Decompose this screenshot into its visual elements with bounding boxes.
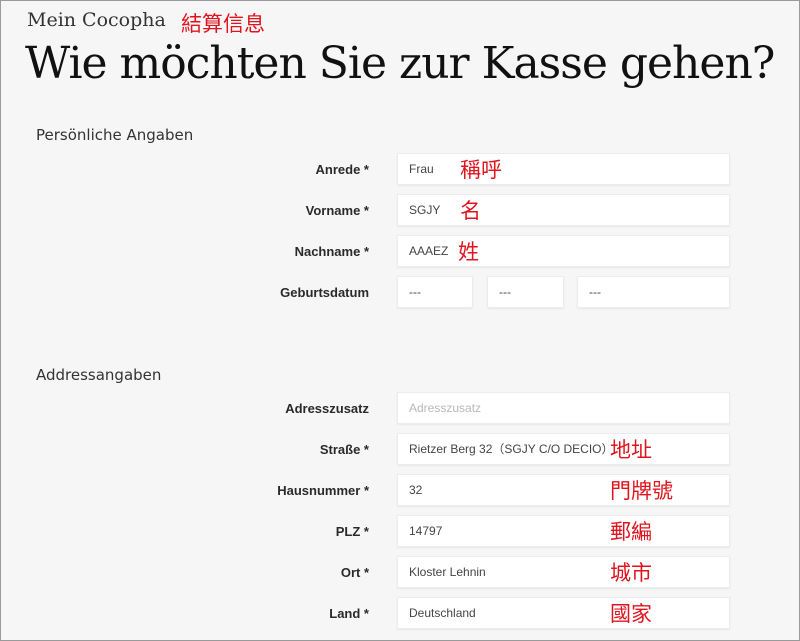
brand-label: Mein Cocopha — [27, 9, 166, 31]
last-name-label: Nachname * — [294, 244, 369, 259]
birth-day-select[interactable]: --- — [397, 276, 473, 308]
birth-year-select[interactable]: --- — [577, 276, 730, 308]
salutation-row: Anrede * Frau 稱呼 — [0, 153, 800, 187]
country-label: Land * — [329, 606, 369, 621]
city-input[interactable]: Kloster Lehnin — [397, 556, 730, 588]
zip-row: PLZ * 14797 郵編 — [0, 515, 800, 549]
brand-annotation: 結算信息 — [181, 12, 265, 36]
section-title-personal: Persönliche Angaben — [36, 126, 194, 144]
house-number-label: Hausnummer * — [277, 483, 369, 498]
house-number-row: Hausnummer * 32 門牌號 — [0, 474, 800, 508]
birth-month-select[interactable]: --- — [487, 276, 564, 308]
first-name-input[interactable]: SGJY — [397, 194, 730, 226]
first-name-label: Vorname * — [305, 203, 369, 218]
country-annotation: 國家 — [610, 602, 652, 626]
section-title-address: Addressangaben — [36, 366, 162, 384]
house-number-input[interactable]: 32 — [397, 474, 730, 506]
last-name-row: Nachname * AAAEZ 姓 — [0, 235, 800, 269]
zip-label: PLZ * — [335, 524, 369, 539]
salutation-select[interactable]: Frau — [397, 153, 730, 185]
address-addition-label: Adresszusatz — [285, 401, 369, 416]
street-label: Straße * — [319, 442, 369, 457]
street-annotation: 地址 — [610, 438, 652, 462]
birthdate-label: Geburtsdatum — [280, 285, 369, 300]
first-name-row: Vorname * SGJY 名 — [0, 194, 800, 228]
salutation-annotation: 稱呼 — [460, 158, 502, 182]
street-input[interactable]: Rietzer Berg 32（SGJY C/O DECIO） — [397, 433, 730, 465]
address-addition-input[interactable]: Adresszusatz — [397, 392, 730, 424]
country-row: Land * Deutschland 國家 — [0, 597, 800, 631]
last-name-annotation: 姓 — [458, 240, 479, 264]
page-title: Wie möchten Sie zur Kasse gehen? — [25, 38, 775, 89]
house-number-annotation: 門牌號 — [610, 479, 673, 503]
city-label: Ort * — [340, 565, 369, 580]
first-name-annotation: 名 — [460, 199, 481, 223]
city-annotation: 城市 — [610, 561, 652, 585]
address-addition-row: Adresszusatz Adresszusatz — [0, 392, 800, 426]
zip-input[interactable]: 14797 — [397, 515, 730, 547]
city-row: Ort * Kloster Lehnin 城市 — [0, 556, 800, 590]
salutation-label: Anrede * — [315, 162, 369, 177]
street-row: Straße * Rietzer Berg 32（SGJY C/O DECIO）… — [0, 433, 800, 467]
zip-annotation: 郵編 — [610, 520, 652, 544]
last-name-input[interactable]: AAAEZ — [397, 235, 730, 267]
birthdate-row: Geburtsdatum --- --- --- — [0, 276, 800, 310]
country-select[interactable]: Deutschland — [397, 597, 730, 629]
